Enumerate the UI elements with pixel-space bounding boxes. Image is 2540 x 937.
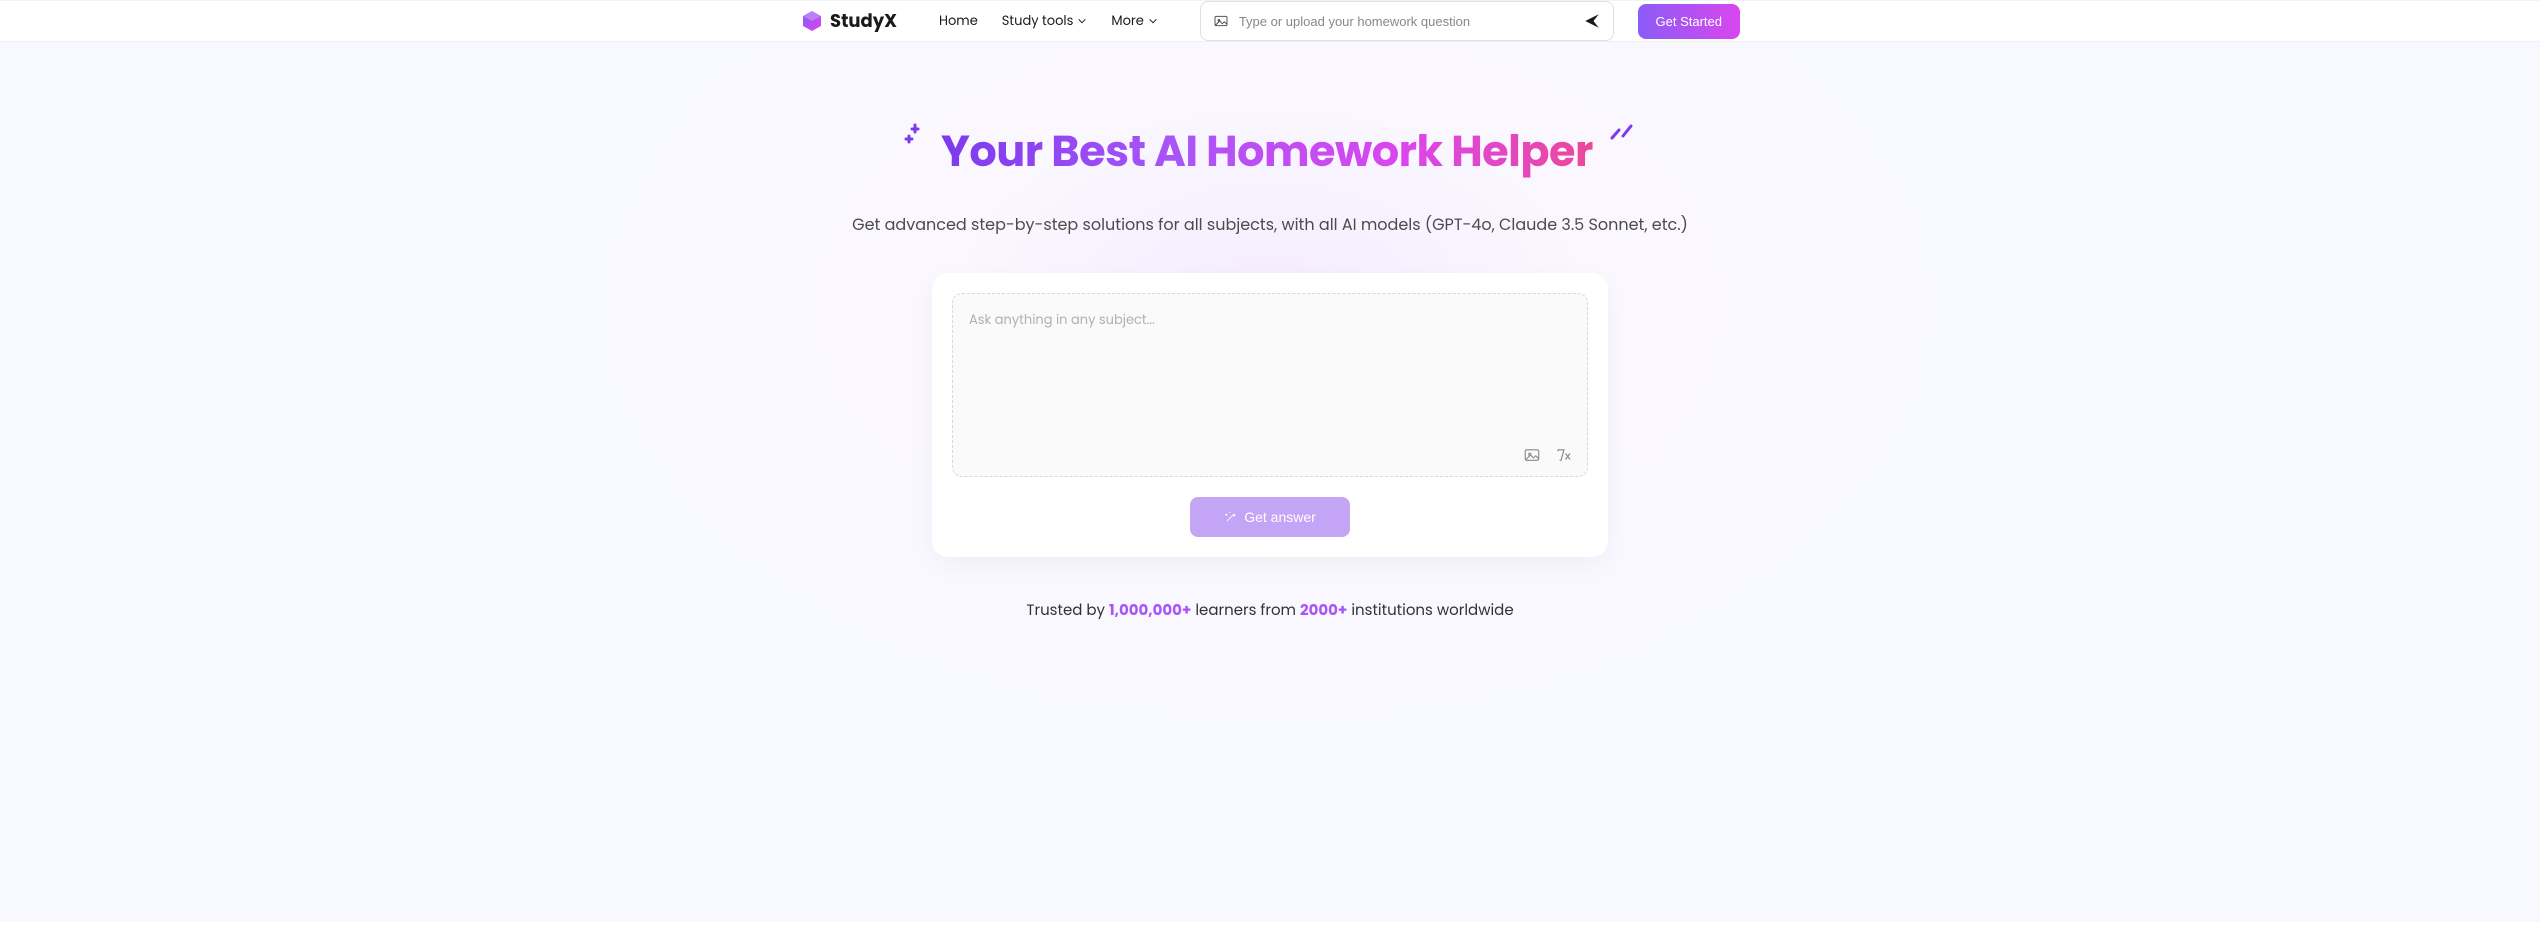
hero-title: Your Best AI Homework Helper	[941, 120, 1593, 184]
logo-icon	[800, 9, 824, 33]
logo-text: StudyX	[830, 8, 897, 35]
trust-count-2: 2000+	[1300, 600, 1347, 621]
nav-home[interactable]: Home	[939, 11, 978, 31]
question-textarea[interactable]	[969, 310, 1571, 440]
image-upload-icon[interactable]	[1523, 446, 1541, 464]
logo[interactable]: StudyX	[800, 8, 897, 35]
chevron-down-icon	[1077, 16, 1087, 26]
trust-prefix: Trusted by	[1026, 600, 1109, 621]
nav-more-label: More	[1111, 11, 1143, 31]
get-answer-label: Get answer	[1244, 509, 1316, 525]
nav-more[interactable]: More	[1111, 11, 1157, 31]
nav-links: Home Study tools More	[939, 11, 1158, 31]
nav-study-tools-label: Study tools	[1002, 11, 1074, 31]
hero-subtitle: Get advanced step-by-step solutions for …	[485, 212, 2055, 237]
nav-home-label: Home	[939, 11, 978, 31]
trust-count-1: 1,000,000+	[1109, 600, 1191, 621]
question-input-box[interactable]	[952, 293, 1588, 477]
magic-wand-icon	[1224, 510, 1238, 524]
header: StudyX Home Study tools More	[0, 0, 2540, 42]
header-search[interactable]	[1200, 1, 1614, 41]
get-answer-button[interactable]: Get answer	[1190, 497, 1350, 537]
nav-study-tools[interactable]: Study tools	[1002, 11, 1088, 31]
image-icon[interactable]	[1213, 13, 1229, 29]
sparkle-right-icon	[1607, 120, 1637, 144]
chevron-down-icon	[1148, 16, 1158, 26]
hero-section: Your Best AI Homework Helper Get advance…	[0, 42, 2540, 922]
input-tools	[1523, 446, 1573, 464]
trust-mid: learners from	[1191, 600, 1300, 621]
get-started-button[interactable]: Get Started	[1638, 4, 1740, 39]
math-formula-icon[interactable]	[1555, 446, 1573, 464]
trust-line: Trusted by 1,000,000+ learners from 2000…	[485, 599, 2055, 622]
sparkle-left-icon	[903, 122, 927, 146]
trust-suffix: institutions worldwide	[1347, 600, 1513, 621]
send-icon[interactable]	[1583, 12, 1601, 30]
question-card: Get answer	[932, 273, 1608, 557]
header-search-input[interactable]	[1239, 14, 1583, 29]
hero-title-wrap: Your Best AI Homework Helper	[903, 120, 1637, 184]
